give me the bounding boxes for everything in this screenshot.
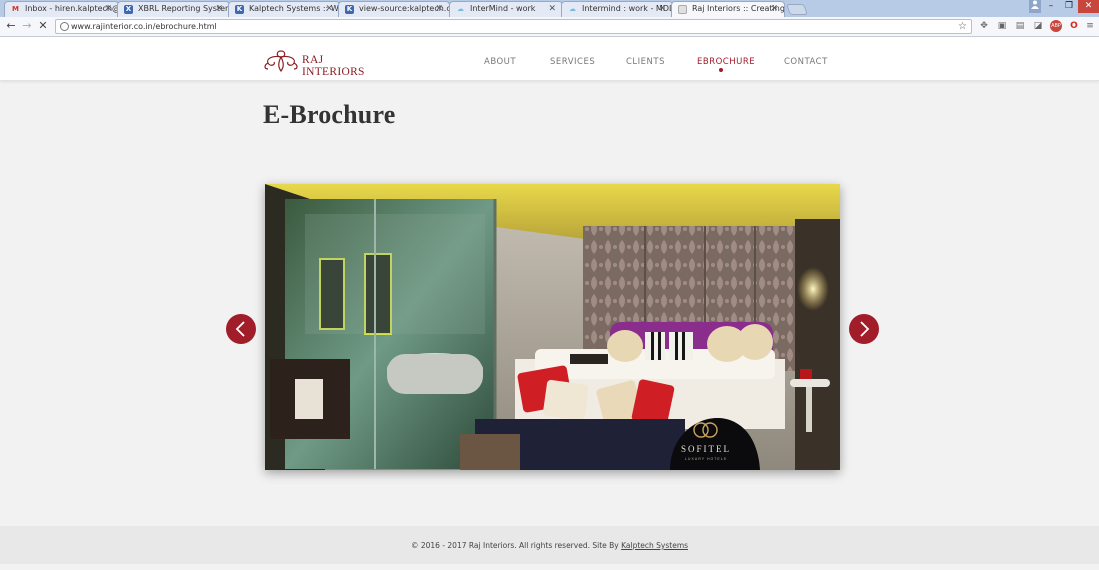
extension-icon[interactable]: ◪ <box>1032 20 1044 32</box>
gmail-icon: M <box>12 5 19 13</box>
kalptech-icon: K <box>235 5 244 14</box>
nav-clients[interactable]: CLIENTS <box>626 57 665 67</box>
tab-title: InterMind - work <box>470 4 536 13</box>
site-header: RAJ INTERIORS ABOUT SERVICES CLIENTS EBR… <box>0 37 1099 81</box>
carousel-prev-button[interactable] <box>226 314 256 344</box>
nav-contact[interactable]: CONTACT <box>784 57 828 67</box>
adblock-icon[interactable]: ABP <box>1050 20 1062 32</box>
logo-ornament-icon <box>264 50 298 73</box>
slide-brand-text: SOFITEL <box>681 444 731 454</box>
tab-kalptech-work[interactable]: K Kalptech Systems :: Work ✕ <box>228 1 340 17</box>
brochure-slide-image: SOFITEL LUXURY HOTELS <box>265 184 840 470</box>
stop-icon[interactable]: ✕ <box>36 19 50 33</box>
close-icon[interactable]: ✕ <box>770 2 778 16</box>
tab-intermind-mdl[interactable]: ☁ Intermind : work - MDL ✕ <box>561 1 673 17</box>
url-text: www.rajinterior.co.in/ebrochure.html <box>71 22 217 31</box>
user-icon[interactable] <box>1029 0 1041 13</box>
close-icon[interactable]: ✕ <box>435 2 443 16</box>
tab-view-source[interactable]: K view-source:kalptech.co ✕ <box>338 1 450 17</box>
opera-icon[interactable]: O <box>1068 20 1080 32</box>
close-icon[interactable]: ✕ <box>548 2 556 16</box>
tab-gmail[interactable]: M Inbox - hiren.kalptech@g ✕ <box>4 1 119 17</box>
extension-icon[interactable]: ▤ <box>1014 20 1026 32</box>
new-tab-button[interactable] <box>785 4 809 15</box>
xbrl-icon: X <box>124 5 133 14</box>
chevron-left-icon <box>235 321 245 337</box>
nav-services[interactable]: SERVICES <box>550 57 595 67</box>
footer-credit-link[interactable]: Kalptech Systems <box>621 541 688 550</box>
forward-icon[interactable]: → <box>20 19 34 33</box>
close-icon[interactable]: ✕ <box>215 2 223 16</box>
move-icon[interactable]: ✥ <box>978 20 990 32</box>
tab-raj-interiors[interactable]: Raj Interiors :: Creating In ✕ <box>671 1 785 17</box>
address-bar[interactable]: www.rajinterior.co.in/ebrochure.html ☆ <box>55 19 972 34</box>
nav-ebrochure[interactable]: EBROCHURE <box>697 57 755 67</box>
active-nav-indicator <box>719 68 723 72</box>
kalptech-icon: K <box>345 5 354 14</box>
footer-copyright-text: © 2016 - 2017 Raj Interiors. All rights … <box>410 541 622 550</box>
close-window-button[interactable]: ✕ <box>1078 0 1099 13</box>
cloud-icon: ☁ <box>569 5 576 13</box>
tab-xbrl[interactable]: X XBRL Reporting System ✕ <box>117 1 230 17</box>
tab-strip: M Inbox - hiren.kalptech@g ✕ X XBRL Repo… <box>0 0 1099 17</box>
site-footer: © 2016 - 2017 Raj Interiors. All rights … <box>0 526 1099 564</box>
close-icon[interactable]: ✕ <box>658 2 666 16</box>
cloud-icon: ☁ <box>457 5 464 13</box>
minimize-button[interactable]: – <box>1043 0 1059 13</box>
close-icon[interactable]: ✕ <box>104 2 112 16</box>
footer-copyright: © 2016 - 2017 Raj Interiors. All rights … <box>0 541 1099 550</box>
page-icon <box>678 5 687 14</box>
info-icon <box>60 22 69 31</box>
close-icon[interactable]: ✕ <box>325 2 333 16</box>
browser-toolbar: ← → ✕ www.rajinterior.co.in/ebrochure.ht… <box>0 17 1099 37</box>
slide-brand-subtext: LUXURY HOTELS <box>685 457 727 461</box>
nav-about[interactable]: ABOUT <box>484 57 516 67</box>
extension-icon[interactable]: ▣ <box>996 20 1008 32</box>
back-icon[interactable]: ← <box>4 19 18 33</box>
maximize-button[interactable]: ❐ <box>1060 0 1078 13</box>
brand-name: RAJ INTERIORS <box>302 54 365 78</box>
menu-icon[interactable]: ≡ <box>1084 20 1096 32</box>
page-title: E-Brochure <box>263 100 396 129</box>
tab-intermind[interactable]: ☁ InterMind - work ✕ <box>449 1 563 17</box>
chevron-right-icon <box>860 321 870 337</box>
carousel-next-button[interactable] <box>849 314 879 344</box>
site-logo[interactable]: RAJ INTERIORS <box>262 47 387 78</box>
bookmark-star-icon[interactable]: ☆ <box>958 20 967 33</box>
